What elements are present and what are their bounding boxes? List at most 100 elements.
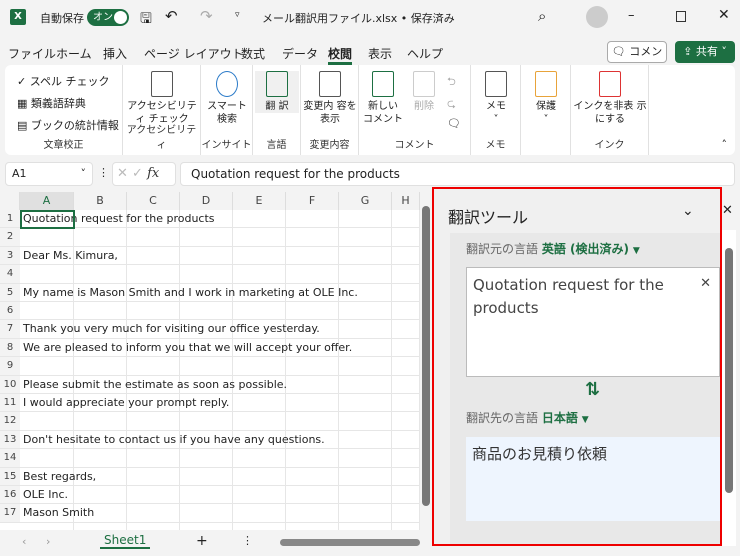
table-row[interactable]: 17 Mason Smith bbox=[0, 504, 420, 523]
row-header[interactable]: 12 bbox=[0, 412, 20, 430]
search-icon[interactable]: ⌕ bbox=[538, 7, 546, 25]
tab-help[interactable]: ヘルプ bbox=[407, 45, 443, 62]
clear-icon[interactable]: ✕ bbox=[700, 272, 711, 295]
tab-page-layout[interactable]: ページ レイアウト bbox=[144, 45, 244, 62]
notes-button[interactable]: メモ ˅ bbox=[475, 71, 517, 126]
table-row[interactable]: 15 Best regards, bbox=[0, 467, 420, 486]
dropdown-icon[interactable]: ▼ bbox=[633, 246, 640, 256]
row-header[interactable]: 15 bbox=[0, 467, 20, 485]
save-icon[interactable]: 🖫 bbox=[140, 8, 152, 32]
workbook-stats-button[interactable]: ▤ ブックの統計情報 bbox=[17, 117, 119, 133]
accessibility-check-button[interactable]: アクセシビリティ チェック bbox=[127, 71, 197, 126]
row-header[interactable]: 10 bbox=[0, 375, 20, 393]
table-row[interactable]: 13 Don't hesitate to contact us if you ha… bbox=[0, 430, 420, 450]
row-header[interactable]: 3 bbox=[0, 246, 20, 265]
row-header[interactable]: 9 bbox=[0, 357, 20, 375]
table-row[interactable]: 14 bbox=[0, 449, 420, 468]
sheet-tab[interactable]: Sheet1 bbox=[100, 533, 151, 549]
minimize-icon[interactable]: – bbox=[628, 8, 635, 23]
column-header[interactable]: E bbox=[233, 192, 286, 210]
horizontal-scrollbar[interactable] bbox=[280, 539, 420, 546]
table-row[interactable]: 3 Dear Ms. Kimura, bbox=[0, 246, 420, 266]
tab-formulas[interactable]: 数式 bbox=[241, 45, 265, 62]
hide-ink-button[interactable]: インクを非表 示にする bbox=[573, 71, 647, 126]
protect-button[interactable]: 保護 ˅ bbox=[525, 71, 567, 126]
redo-icon[interactable]: ↷ bbox=[200, 7, 213, 25]
tab-view[interactable]: 表示 bbox=[368, 45, 392, 62]
row-header[interactable]: 1 bbox=[0, 210, 20, 228]
column-header[interactable]: A bbox=[20, 192, 74, 210]
column-header[interactable]: D bbox=[180, 192, 233, 210]
tab-insert[interactable]: 挿入 bbox=[103, 45, 127, 62]
avatar[interactable] bbox=[586, 6, 608, 28]
target-language-dropdown[interactable]: 日本語 bbox=[542, 411, 578, 425]
next-comment-icon[interactable]: ⮎ bbox=[447, 95, 456, 114]
active-cell[interactable] bbox=[20, 210, 75, 229]
column-header[interactable]: H bbox=[392, 192, 420, 210]
collapse-ribbon-icon[interactable]: ˄ bbox=[722, 138, 728, 151]
spreadsheet-grid[interactable]: A B C D E F G H 1 Quotation request for the produ… bbox=[0, 192, 420, 530]
table-row[interactable]: 16 OLE Inc. bbox=[0, 486, 420, 505]
add-sheet-button[interactable]: + bbox=[196, 533, 208, 549]
row-header[interactable]: 11 bbox=[0, 394, 20, 412]
vertical-scrollbar[interactable] bbox=[420, 192, 432, 530]
row-header[interactable]: 8 bbox=[0, 338, 20, 357]
column-header[interactable]: F bbox=[286, 192, 339, 210]
cancel-icon[interactable]: ✕ bbox=[117, 166, 128, 181]
table-row[interactable]: 10 Please submit the estimate as soon as … bbox=[0, 375, 420, 394]
column-header[interactable]: G bbox=[339, 192, 392, 210]
table-row[interactable]: 9 bbox=[0, 357, 420, 376]
row-header[interactable]: 4 bbox=[0, 265, 20, 283]
spell-check-button[interactable]: ✓ スペル チェック bbox=[17, 73, 109, 89]
row-header[interactable]: 13 bbox=[0, 430, 20, 449]
table-row[interactable]: 5 My name is Mason Smith and I work in ma… bbox=[0, 283, 420, 302]
new-comment-button[interactable]: 新しい コメント bbox=[363, 71, 403, 126]
comment-button[interactable]: 🗨 コメント bbox=[607, 41, 667, 78]
row-header[interactable]: 5 bbox=[0, 283, 20, 301]
row-header[interactable]: 16 bbox=[0, 486, 20, 504]
table-row[interactable]: 11 I would appreciate your prompt reply. bbox=[0, 394, 420, 413]
scroll-thumb[interactable] bbox=[422, 206, 430, 506]
close-icon[interactable]: ✕ bbox=[718, 7, 730, 23]
pane-options-chevron-icon[interactable]: ⌄ bbox=[682, 203, 694, 219]
dropdown-icon[interactable]: ▼ bbox=[582, 415, 589, 425]
source-text-input[interactable]: Quotation request for the products ✕ bbox=[466, 267, 720, 377]
maximize-icon[interactable] bbox=[676, 11, 686, 22]
tab-home[interactable]: ホーム bbox=[56, 45, 92, 62]
table-row[interactable]: 6 bbox=[0, 302, 420, 321]
table-row[interactable]: 4 bbox=[0, 265, 420, 284]
show-comments-icon[interactable]: 🗨 bbox=[447, 117, 461, 130]
translate-button[interactable]: 翻 訳 bbox=[255, 71, 299, 113]
customize-icon[interactable]: ▿ bbox=[235, 10, 240, 20]
row-header[interactable]: 2 bbox=[0, 228, 20, 246]
thesaurus-button[interactable]: ▦ 類義語辞典 bbox=[17, 95, 86, 111]
pane-scrollbar[interactable] bbox=[722, 230, 736, 546]
autosave-toggle[interactable]: オン bbox=[87, 9, 129, 26]
next-sheet-icon[interactable]: › bbox=[46, 535, 50, 548]
prev-sheet-icon[interactable]: ‹ bbox=[22, 535, 26, 548]
column-header[interactable]: B bbox=[74, 192, 127, 210]
filename[interactable]: メール翻訳用ファイル.xlsx • 保存済み bbox=[262, 10, 455, 26]
tab-file[interactable]: ファイル bbox=[8, 45, 56, 62]
table-row[interactable]: 7 Thank you very much for visiting our of… bbox=[0, 320, 420, 339]
row-header[interactable]: 14 bbox=[0, 449, 20, 467]
source-language-dropdown[interactable]: 英語 (検出済み) bbox=[542, 242, 629, 256]
swap-languages-icon[interactable]: ⇅ bbox=[585, 379, 600, 400]
enter-icon[interactable]: ✓ bbox=[132, 166, 143, 181]
table-row[interactable]: 12 bbox=[0, 412, 420, 431]
name-box[interactable]: A1 ˅ bbox=[5, 162, 93, 186]
previous-comment-icon[interactable]: ⮌ bbox=[447, 73, 456, 92]
tab-review[interactable]: 校閲 bbox=[328, 45, 353, 65]
tab-data[interactable]: データ bbox=[282, 45, 318, 62]
table-row[interactable]: 8 We are pleased to inform you that we wi… bbox=[0, 338, 420, 358]
row-header[interactable]: 7 bbox=[0, 320, 20, 338]
select-all[interactable] bbox=[0, 192, 20, 210]
show-changes-button[interactable]: 変更内 容を表示 bbox=[303, 71, 357, 126]
table-row[interactable]: 2 bbox=[0, 228, 420, 247]
close-pane-icon[interactable]: ✕ bbox=[722, 203, 733, 218]
share-button[interactable]: ⇪ 共有 ˅ bbox=[675, 41, 735, 63]
row-header[interactable]: 17 bbox=[0, 504, 20, 522]
fx-icon[interactable]: fx bbox=[147, 166, 159, 181]
smart-lookup-button[interactable]: スマート 検索 bbox=[203, 71, 251, 126]
scroll-thumb[interactable] bbox=[725, 248, 733, 493]
